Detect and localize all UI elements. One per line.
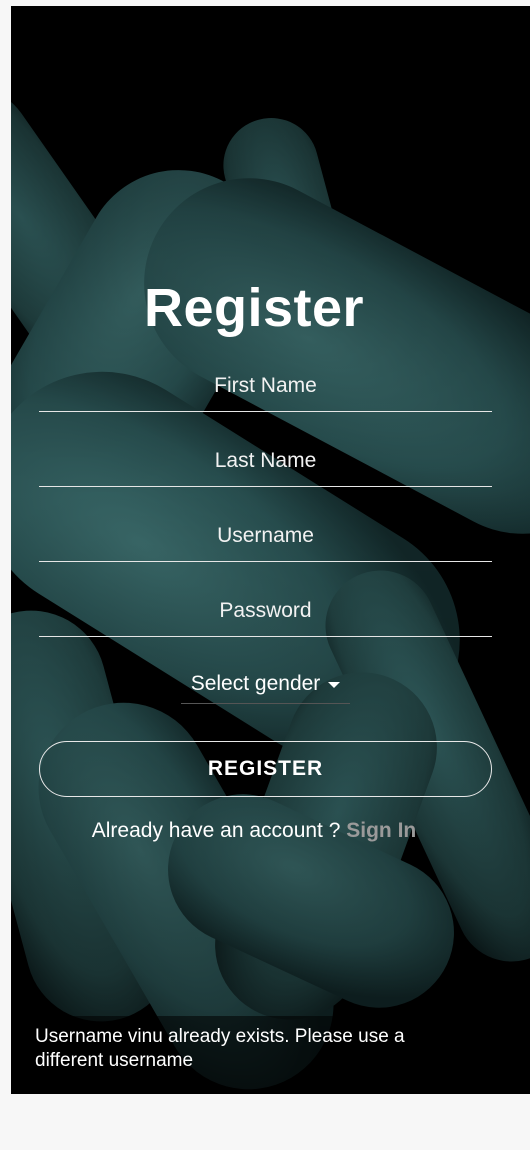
caret-down-icon — [328, 682, 341, 688]
first-name-input[interactable] — [39, 361, 492, 411]
page-title: Register — [143, 278, 365, 338]
last-name-field[interactable] — [39, 436, 492, 487]
signin-prompt: Already have an account ? Sign In — [0, 819, 519, 843]
last-name-input[interactable] — [39, 436, 492, 486]
password-field[interactable] — [39, 586, 492, 637]
register-button[interactable]: REGISTER — [39, 741, 492, 797]
username-input[interactable] — [39, 511, 492, 561]
gender-select[interactable]: Select gender — [181, 665, 350, 704]
first-name-field[interactable] — [39, 361, 492, 412]
toast-message: Username vinu already exists. Please use… — [35, 1026, 405, 1071]
gender-select-label: Select gender — [190, 672, 321, 695]
signin-prompt-text: Already have an account ? — [91, 819, 347, 842]
sign-in-link[interactable]: Sign In — [346, 819, 416, 842]
username-field[interactable] — [39, 511, 492, 562]
password-input[interactable] — [39, 586, 492, 636]
